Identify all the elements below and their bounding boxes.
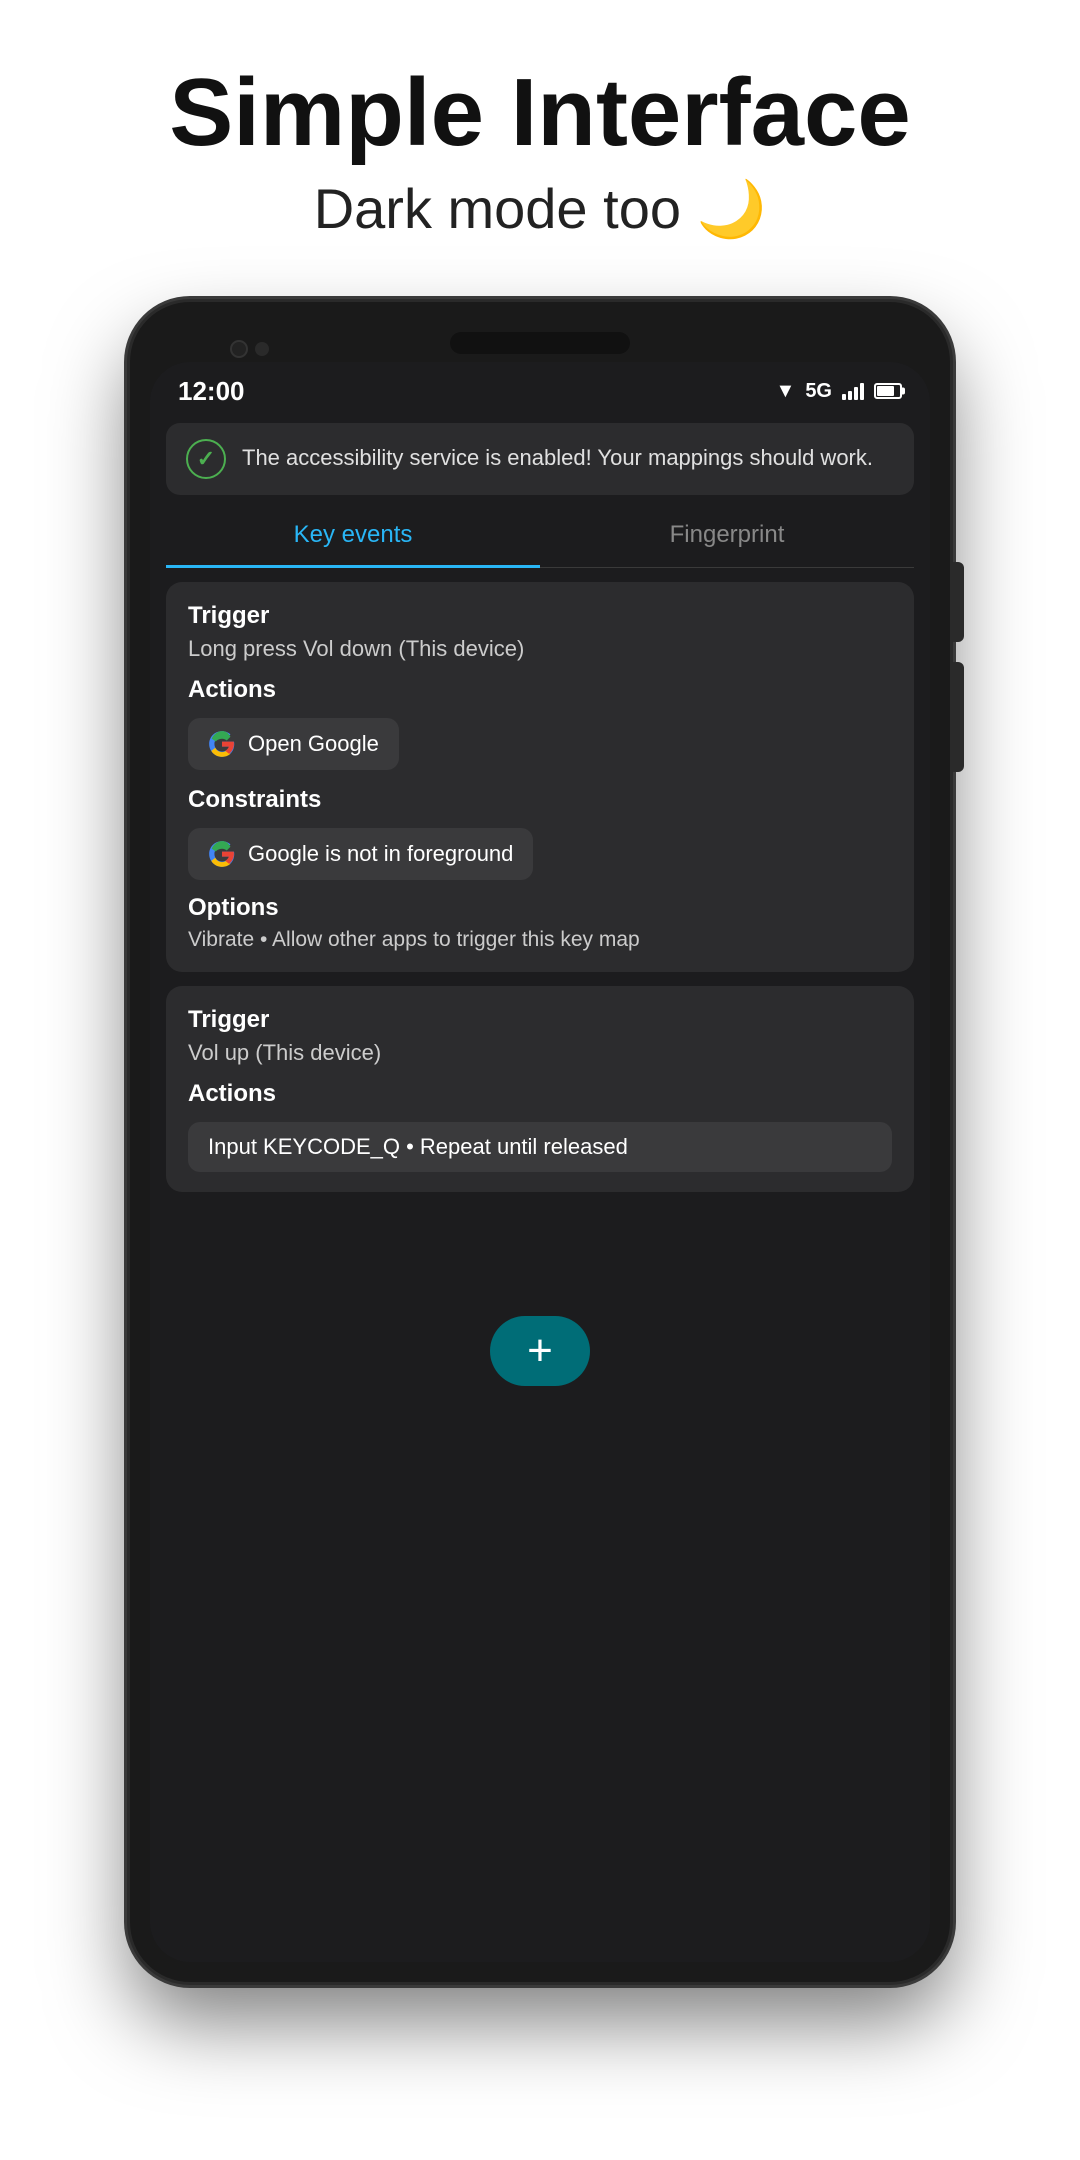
constraints-label-1: Constraints	[188, 786, 892, 814]
phone-screen: 12:00 ▼ 5G ✓	[150, 362, 930, 1962]
open-google-button[interactable]: Open Google	[188, 718, 399, 770]
phone-frame: 12:00 ▼ 5G ✓	[130, 302, 950, 1982]
signal-bar-3	[854, 387, 858, 400]
trigger-value-2: Vol up (This device)	[188, 1040, 892, 1066]
status-bar: 12:00 ▼ 5G	[150, 362, 930, 417]
volume-down-button[interactable]	[950, 662, 964, 772]
page-title: Simple Interface	[169, 60, 911, 166]
tab-key-events[interactable]: Key events	[166, 505, 540, 568]
battery-fill	[877, 386, 894, 396]
signal-bar-2	[848, 391, 852, 400]
page-header: Simple Interface Dark mode too 🌙	[129, 0, 951, 282]
check-mark-icon: ✓	[197, 446, 215, 472]
notification-bar: ✓ The accessibility service is enabled! …	[166, 423, 914, 495]
status-icons: ▼ 5G	[776, 380, 902, 403]
mapping-card-1: Trigger Long press Vol down (This device…	[166, 582, 914, 972]
trigger-value-1: Long press Vol down (This device)	[188, 636, 892, 662]
signal-bars	[842, 382, 864, 400]
tabs-container: Key events Fingerprint	[166, 505, 914, 568]
check-circle-icon: ✓	[186, 439, 226, 479]
options-value-1: Vibrate • Allow other apps to trigger th…	[188, 928, 892, 952]
trigger-label-1: Trigger	[188, 602, 892, 630]
volume-up-button[interactable]	[950, 562, 964, 642]
phone-top-bar	[150, 322, 930, 362]
notification-text: The accessibility service is enabled! Yo…	[242, 443, 873, 474]
status-time: 12:00	[178, 376, 245, 407]
input-keycode-label: Input KEYCODE_Q • Repeat until released	[208, 1134, 628, 1160]
add-mapping-fab[interactable]: +	[490, 1316, 590, 1386]
google-icon-constraint	[208, 840, 236, 868]
wifi-icon: ▼	[776, 380, 796, 403]
google-not-foreground-label: Google is not in foreground	[248, 841, 513, 867]
options-label-1: Options	[188, 894, 892, 922]
signal-bar-1	[842, 394, 846, 400]
trigger-label-2: Trigger	[188, 1006, 892, 1034]
camera-dot-left	[230, 340, 248, 358]
google-not-foreground-button[interactable]: Google is not in foreground	[188, 828, 533, 880]
google-icon	[208, 730, 236, 758]
add-icon: +	[527, 1329, 553, 1373]
battery-icon	[874, 383, 902, 399]
camera-notch	[450, 332, 630, 354]
mapping-card-2: Trigger Vol up (This device) Actions Inp…	[166, 986, 914, 1192]
signal-bar-4	[860, 383, 864, 400]
actions-label-1: Actions	[188, 676, 892, 704]
tab-fingerprint[interactable]: Fingerprint	[540, 505, 914, 567]
actions-label-2: Actions	[188, 1080, 892, 1108]
page-subtitle: Dark mode too 🌙	[169, 176, 911, 242]
fab-container: +	[150, 1286, 930, 1426]
open-google-label: Open Google	[248, 731, 379, 757]
network-type: 5G	[805, 380, 832, 403]
input-keycode-button[interactable]: Input KEYCODE_Q • Repeat until released	[188, 1122, 892, 1172]
camera-dot-right	[255, 342, 269, 356]
bottom-spacer	[150, 1206, 930, 1286]
